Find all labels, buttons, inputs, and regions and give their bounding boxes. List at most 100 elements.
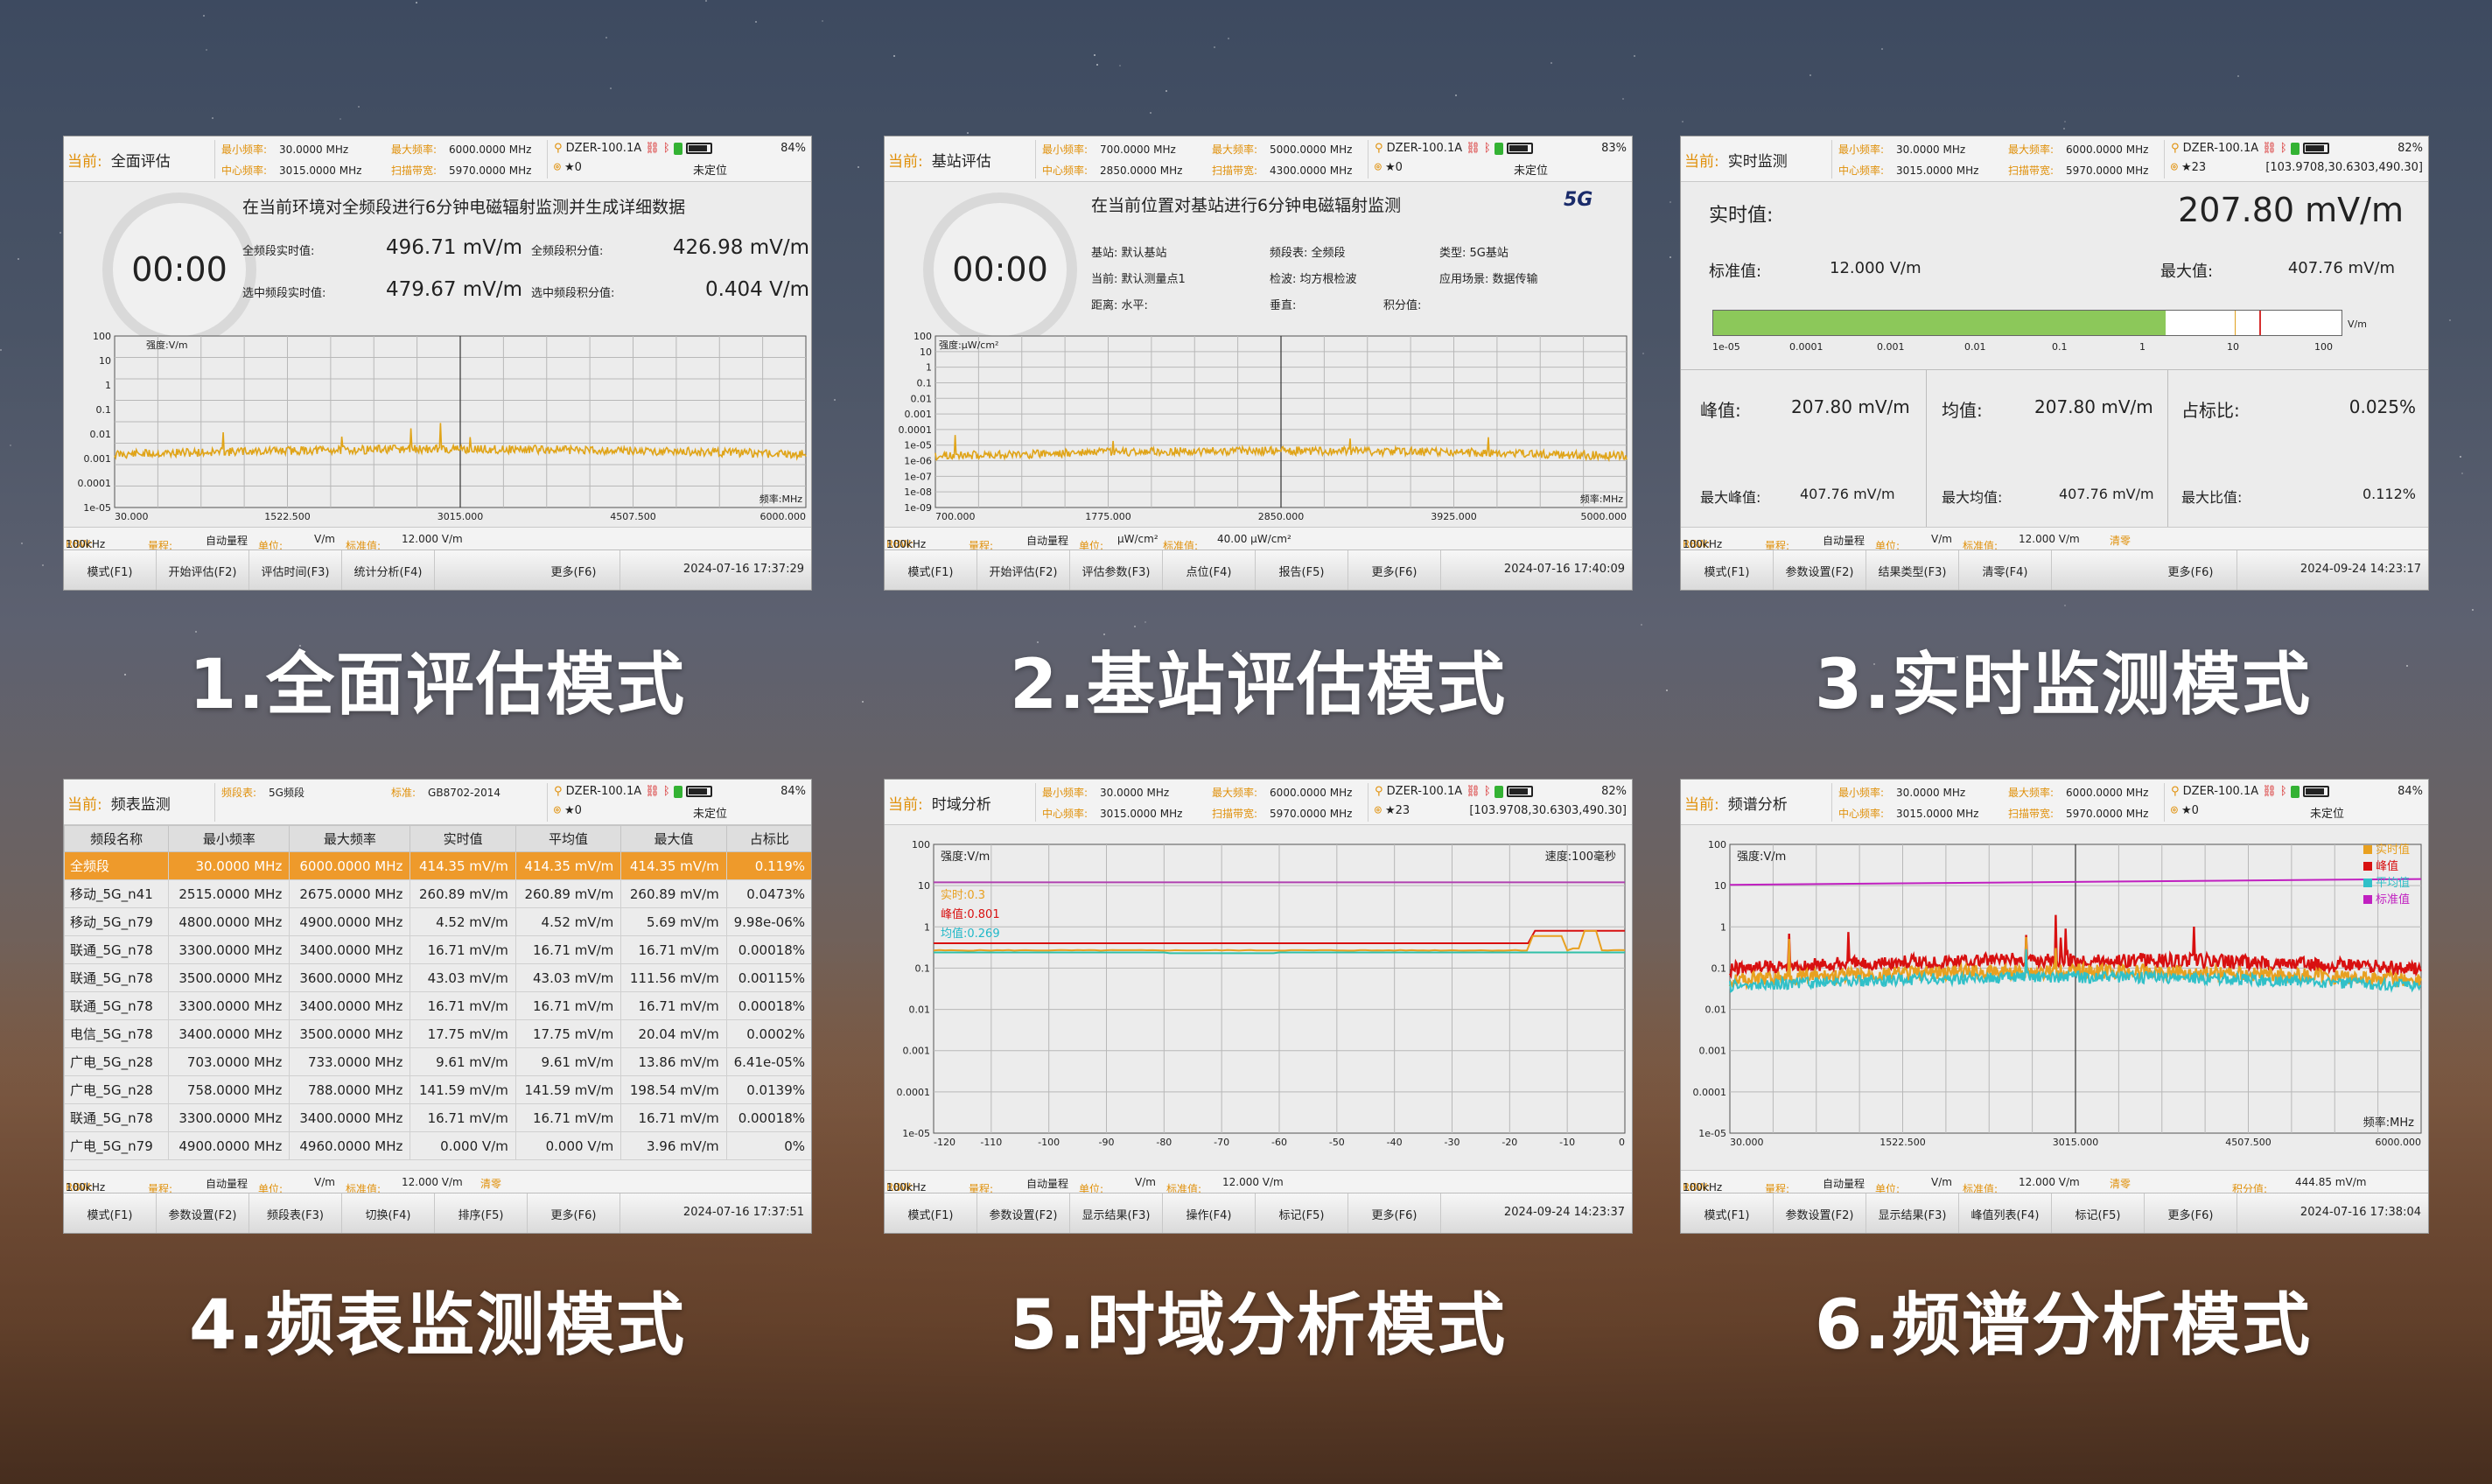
star (1213, 46, 1215, 48)
softkey-f4[interactable]: 操作(F4) (1163, 1194, 1256, 1233)
table-row[interactable]: 电信_5G_n78 3400.0000 MHz 3500.0000 MHz 17.75… (64, 1019, 811, 1048)
table-cell: 3500.0000 MHz (168, 963, 290, 992)
softkey-f3[interactable]: 评估参数(F3) (1070, 550, 1163, 590)
softkey-f6[interactable]: 更多(F6) (2145, 550, 2237, 590)
caption-2: 2.基站评估模式 (1010, 646, 1507, 724)
softkey-f6[interactable]: 更多(F6) (528, 550, 620, 590)
softkey-f2[interactable]: 参数设置(F2) (1774, 1194, 1866, 1233)
softkey-f3[interactable]: 显示结果(F3) (1866, 1194, 1959, 1233)
softkey-f2[interactable]: 参数设置(F2) (977, 1194, 1070, 1233)
spectrum-chart[interactable]: 100 10 1 0.1 0.01 0.001 0.0001 1e-05 30.000 1522.… (1681, 825, 2429, 1172)
spectrum-chart[interactable]: 100 10 1 0.1 0.01 0.001 0.0001 1e-05 1e-06 1e-07 1… (885, 331, 1633, 528)
bluetooth-icon: ᛒ (1483, 785, 1491, 798)
battery-percent: 83% (1601, 142, 1627, 155)
mode-description: 在当前环境对全频段进行6分钟电磁辐射监测并生成详细数据 (242, 198, 686, 217)
softkey-f2[interactable]: 开始评估(F2) (977, 550, 1070, 590)
column-header[interactable]: 最大值 (620, 825, 727, 852)
level-bar (1712, 310, 2342, 336)
band-table-grid[interactable]: 频段名称 最小频率 最大频率 实时值 平均值 最大值 占标比 全频段 30.0000 MHz 6… (64, 825, 811, 1160)
time-domain-chart[interactable]: 100 10 1 0.1 0.01 0.001 0.0001 1e-05 -120 -110 -10… (885, 825, 1633, 1172)
max-peak-label: 最大峰值: (1700, 489, 1761, 506)
softkey-f3[interactable]: 频段表(F3) (249, 1194, 342, 1233)
softkey-f4[interactable]: 峰值列表(F4) (1959, 1194, 2052, 1233)
function-key-bar: 模式(F1) 参数设置(F2) 频段表(F3) 切换(F4) 排序(F5) 更多… (64, 1193, 811, 1233)
clear-link[interactable]: 清零 (2110, 1176, 2131, 1191)
y-tick-label: 1e-05 (83, 502, 111, 514)
table-cell: 移动_5G_n41 (64, 879, 170, 908)
scenario-field: 应用场景: 数据传输 (1439, 273, 1538, 286)
softkey-f2[interactable]: 参数设置(F2) (1774, 550, 1866, 590)
table-row[interactable]: 移动_5G_n79 4800.0000 MHz 4900.0000 MHz 4.52 … (64, 907, 811, 936)
table-row[interactable]: 联通_5G_n78 3300.0000 MHz 3400.0000 MHz 16.71… (64, 935, 811, 964)
star (1670, 201, 1672, 204)
softkey-f4[interactable]: 清零(F4) (1959, 550, 2052, 590)
x-tick-label: 1522.500 (264, 511, 311, 522)
softkey-f6[interactable]: 更多(F6) (1348, 550, 1441, 590)
y-tick-label: 100 (93, 331, 111, 342)
clear-link[interactable]: 清零 (480, 1176, 501, 1191)
star (1622, 97, 1625, 100)
softkey-f3[interactable]: 显示结果(F3) (1070, 1194, 1163, 1233)
table-row[interactable]: 联通_5G_n78 3300.0000 MHz 3400.0000 MHz 16.71… (64, 991, 811, 1020)
table-cell: 20.04 mV/m (620, 1019, 727, 1048)
status-bar: RBW: 100kHz 量程: 自动量程 单位: V/m 标准值: 12.000… (1681, 1170, 2428, 1195)
softkey-f1[interactable]: 模式(F1) (64, 1194, 157, 1233)
table-row[interactable]: 全频段 30.0000 MHz 6000.0000 MHz 414.35 mV/m 41… (64, 851, 811, 880)
x-tick-label: 4507.500 (2225, 1137, 2272, 1148)
softkey-f3[interactable]: 结果类型(F3) (1866, 550, 1959, 590)
column-header[interactable]: 平均值 (514, 825, 622, 852)
softkey-f5[interactable]: 报告(F5) (1256, 550, 1348, 590)
column-header[interactable]: 最小频率 (168, 825, 290, 852)
spectrum-chart[interactable]: 100 10 1 0.1 0.01 0.001 0.0001 1e-05 30.000 1522.… (64, 331, 812, 528)
selected-band-realtime-value: 479.67 mV/m (386, 278, 523, 301)
average-trace (934, 951, 1625, 955)
clear-link[interactable]: 清零 (2110, 533, 2131, 548)
table-cell: 电信_5G_n78 (64, 1019, 170, 1048)
ratio-value: 0.025% (2348, 396, 2416, 417)
integral-field: 积分值: (1383, 299, 1422, 312)
softkey-f1[interactable]: 模式(F1) (885, 550, 977, 590)
table-cell: 111.56 mV/m (620, 963, 727, 992)
full-band-integral-label: 全频段积分值: (531, 245, 604, 258)
table-row[interactable]: 广电_5G_n28 703.0000 MHz 733.0000 MHz 9.61 mV… (64, 1047, 811, 1076)
softkey-f6[interactable]: 更多(F6) (528, 1194, 620, 1233)
column-header[interactable]: 实时值 (410, 825, 516, 852)
average-value: 207.80 mV/m (2034, 396, 2153, 417)
table-row[interactable]: 广电_5G_n79 4900.0000 MHz 4960.0000 MHz 0.000… (64, 1131, 811, 1160)
softkey-f4[interactable]: 切换(F4) (342, 1194, 435, 1233)
star (1881, 47, 1884, 50)
timer-dial[interactable]: 00:00 (923, 192, 1077, 346)
softkey-f5[interactable]: 标记(F5) (2052, 1194, 2145, 1233)
column-header[interactable]: 最大频率 (289, 825, 411, 852)
table-row[interactable]: 广电_5G_n28 758.0000 MHz 788.0000 MHz 141.59 … (64, 1075, 811, 1104)
caption-6: 6.频谱分析模式 (1815, 1286, 2312, 1365)
softkey-f5[interactable]: 排序(F5) (435, 1194, 528, 1233)
softkey-f3[interactable]: 评估时间(F3) (249, 550, 342, 590)
softkey-f6[interactable]: 更多(F6) (1348, 1194, 1441, 1233)
column-header[interactable]: 占标比 (725, 825, 811, 852)
y-tick-label: 0.01 (911, 393, 933, 404)
softkey-f5[interactable]: 标记(F5) (1256, 1194, 1348, 1233)
timer-dial[interactable]: 00:00 (102, 192, 256, 346)
star (9, 444, 11, 447)
table-row[interactable]: 联通_5G_n78 3500.0000 MHz 3600.0000 MHz 43.03… (64, 963, 811, 992)
min-freq: 最小频率: 30.0000 MHz (1838, 787, 1966, 799)
column-header[interactable]: 频段名称 (64, 825, 170, 852)
y-tick-label: 0.0001 (899, 424, 933, 436)
softkey-f6[interactable]: 更多(F6) (2145, 1194, 2237, 1233)
softkey-f1[interactable]: 模式(F1) (1681, 1194, 1774, 1233)
table-row[interactable]: 移动_5G_n41 2515.0000 MHz 2675.0000 MHz 260.8… (64, 879, 811, 908)
y-tick-label: 1e-05 (902, 1128, 930, 1139)
softkey-f1[interactable]: 模式(F1) (64, 550, 157, 590)
softkey-f2[interactable]: 开始评估(F2) (157, 550, 249, 590)
battery-percent: 82% (1601, 785, 1627, 798)
table-row[interactable]: 联通_5G_n78 3300.0000 MHz 3400.0000 MHz 16.71… (64, 1103, 811, 1132)
softkey-f4[interactable]: 统计分析(F4) (342, 550, 435, 590)
softkey-f1[interactable]: 模式(F1) (885, 1194, 977, 1233)
softkey-f2[interactable]: 参数设置(F2) (157, 1194, 249, 1233)
softkey-f4[interactable]: 点位(F4) (1163, 550, 1256, 590)
bluetooth-icon: ᛒ (662, 142, 670, 155)
legend-label: 标准值 (2376, 892, 2410, 906)
softkey-f1[interactable]: 模式(F1) (1681, 550, 1774, 590)
battery-percent: 82% (2398, 142, 2423, 155)
